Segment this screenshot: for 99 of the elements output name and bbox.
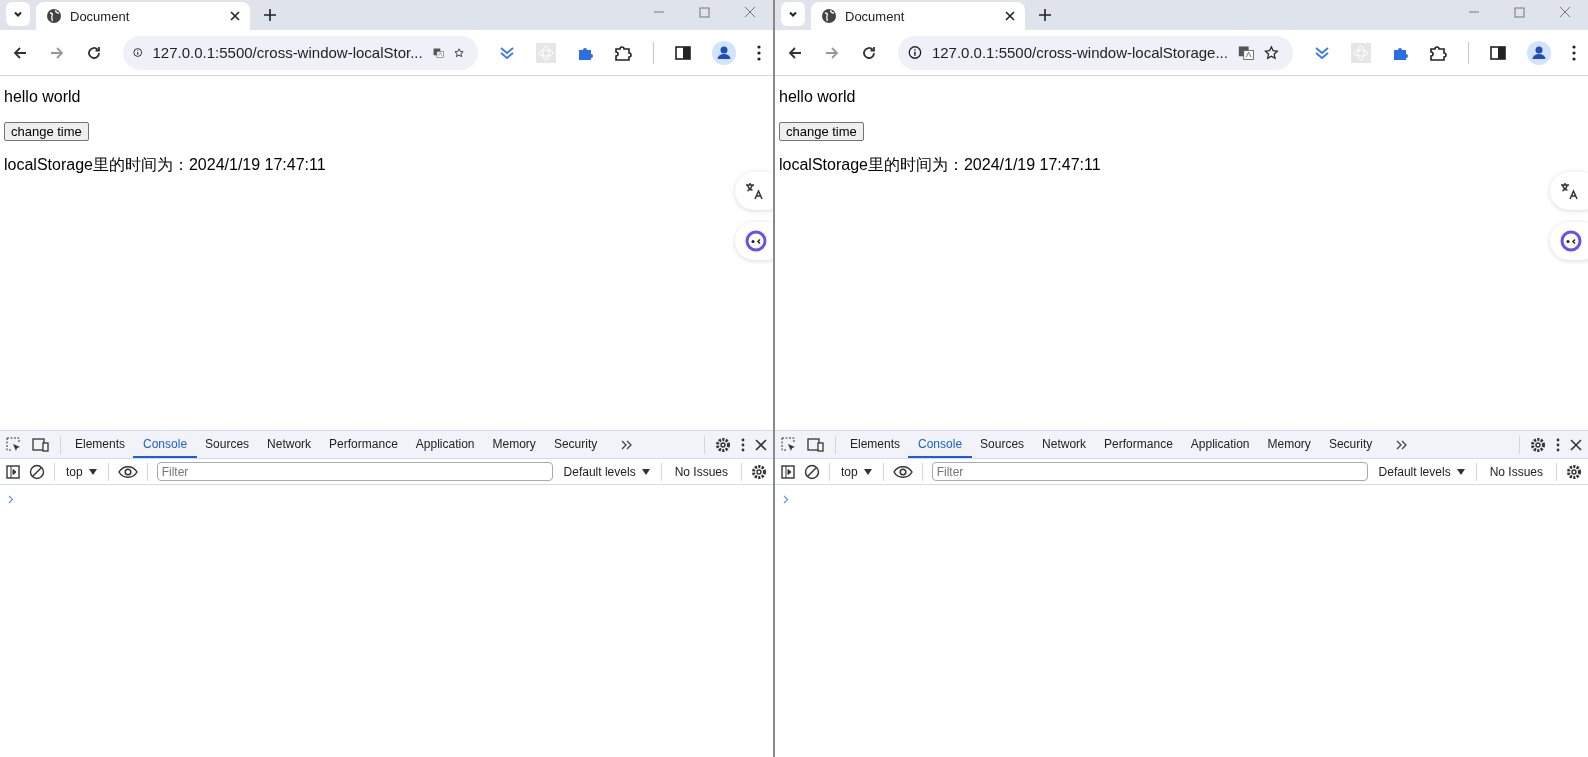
chevrons-down-icon[interactable] bbox=[499, 45, 515, 60]
clear-console-icon[interactable] bbox=[29, 463, 45, 480]
translate-float-button[interactable] bbox=[735, 172, 773, 210]
devtools-tab[interactable]: Elements bbox=[840, 431, 911, 458]
double-chevron-icon[interactable] bbox=[1396, 439, 1409, 450]
settings-icon[interactable] bbox=[751, 463, 767, 480]
prompt-chevron-icon[interactable] bbox=[783, 495, 789, 504]
context-dropdown[interactable]: top bbox=[64, 464, 99, 479]
eye-icon[interactable] bbox=[892, 464, 913, 479]
tab-search-button[interactable] bbox=[6, 2, 30, 26]
devtools-tab[interactable]: Memory bbox=[482, 431, 546, 458]
translate-icon bbox=[1560, 182, 1578, 200]
star-icon[interactable] bbox=[1264, 43, 1279, 62]
close-icon[interactable] bbox=[230, 11, 240, 21]
reload-icon[interactable] bbox=[861, 44, 877, 61]
issues-button[interactable]: No Issues bbox=[670, 464, 732, 479]
devtools-tab[interactable]: Security bbox=[1318, 431, 1383, 458]
storage-time-text: localStorage里的时间为：2024/1/19 17:47:11 bbox=[779, 155, 1102, 175]
side-panel-icon[interactable] bbox=[1490, 44, 1506, 61]
devtools-tab[interactable]: Application bbox=[1180, 431, 1260, 458]
info-icon[interactable] bbox=[908, 44, 922, 61]
tab-title: Document bbox=[70, 8, 131, 24]
log-levels-dropdown[interactable]: Default levels bbox=[1376, 464, 1467, 479]
more-menu-icon[interactable] bbox=[757, 44, 761, 61]
devtools-tab[interactable]: Sources bbox=[195, 431, 260, 458]
devtools-tab[interactable]: Application bbox=[405, 431, 485, 458]
eye-icon[interactable] bbox=[117, 464, 138, 479]
prompt-chevron-icon[interactable] bbox=[8, 495, 14, 504]
devtools-tab[interactable]: Console bbox=[133, 431, 198, 458]
filter-input[interactable]: Filter bbox=[931, 462, 1368, 481]
devtools-tab[interactable]: Network bbox=[257, 431, 322, 458]
sidebar-toggle-icon[interactable] bbox=[6, 464, 20, 479]
devtools-tab[interactable]: Network bbox=[1032, 431, 1097, 458]
reload-icon[interactable] bbox=[86, 44, 102, 61]
tab-search-button[interactable] bbox=[781, 2, 805, 26]
close-icon[interactable] bbox=[755, 438, 767, 451]
devtools-tab[interactable]: Performance bbox=[319, 431, 408, 458]
profile-icon[interactable] bbox=[1527, 40, 1551, 65]
devtools-tab[interactable]: Elements bbox=[65, 431, 136, 458]
back-arrow-icon[interactable] bbox=[787, 44, 803, 61]
url-text: 127.0.0.1:5500/cross-window-localStorage... bbox=[931, 44, 1228, 61]
double-chevron-icon[interactable] bbox=[621, 439, 634, 450]
tab-title: Document bbox=[845, 8, 906, 24]
devtools-tab[interactable]: Sources bbox=[970, 431, 1035, 458]
new-tab-icon[interactable] bbox=[1039, 9, 1051, 21]
more-menu-icon[interactable] bbox=[1572, 44, 1576, 61]
more-menu-icon[interactable] bbox=[741, 437, 745, 452]
extensions-icon[interactable] bbox=[614, 43, 632, 62]
inspect-element-icon[interactable] bbox=[781, 436, 797, 453]
browser-tab[interactable]: Document bbox=[811, 2, 1025, 30]
change-time-button[interactable]: change time bbox=[779, 122, 864, 141]
settings-icon[interactable] bbox=[715, 436, 731, 453]
forward-arrow-icon[interactable] bbox=[824, 44, 840, 61]
globe-icon bbox=[46, 8, 62, 24]
devtools-tab[interactable]: Performance bbox=[1094, 431, 1183, 458]
robot-face-icon bbox=[1560, 230, 1582, 252]
device-toolbar-icon[interactable] bbox=[807, 436, 825, 453]
chevrons-down-icon[interactable] bbox=[1314, 45, 1330, 60]
device-toolbar-icon[interactable] bbox=[32, 436, 50, 453]
browser-tab[interactable]: Document bbox=[36, 2, 250, 30]
sidebar-toggle-icon[interactable] bbox=[781, 464, 795, 479]
translate-icon bbox=[745, 182, 763, 200]
caret-icon bbox=[863, 468, 872, 475]
url-text: 127.0.0.1:5500/cross-window-localStor... bbox=[152, 44, 423, 61]
page-text: hello world bbox=[4, 88, 82, 106]
back-arrow-icon[interactable] bbox=[12, 44, 28, 61]
devtools-tab[interactable]: Memory bbox=[1257, 431, 1321, 458]
forward-arrow-icon[interactable] bbox=[49, 44, 65, 61]
translate-icon[interactable] bbox=[1237, 43, 1255, 62]
devtools-tab[interactable]: Security bbox=[543, 431, 608, 458]
side-panel-icon[interactable] bbox=[675, 44, 691, 61]
filter-input[interactable]: Filter bbox=[156, 462, 553, 481]
extensions-icon[interactable] bbox=[1429, 43, 1447, 62]
caret-icon bbox=[1456, 468, 1465, 475]
more-menu-icon[interactable] bbox=[1556, 437, 1560, 452]
clear-console-icon[interactable] bbox=[804, 463, 820, 480]
caret-icon bbox=[641, 468, 650, 475]
storage-time-text: localStorage里的时间为：2024/1/19 17:47:11 bbox=[4, 155, 327, 175]
address-bar[interactable]: 127.0.0.1:5500/cross-window-localStorage... bbox=[898, 35, 1293, 70]
close-icon[interactable] bbox=[1570, 438, 1582, 451]
new-tab-icon[interactable] bbox=[264, 9, 276, 21]
assistant-float-button[interactable] bbox=[735, 222, 773, 260]
profile-icon[interactable] bbox=[712, 40, 736, 65]
log-levels-dropdown[interactable]: Default levels bbox=[561, 464, 652, 479]
caret-icon bbox=[88, 468, 97, 475]
translate-float-button[interactable] bbox=[1550, 172, 1588, 210]
robot-face-icon bbox=[745, 230, 767, 252]
change-time-button[interactable]: change time bbox=[4, 122, 89, 141]
inspect-element-icon[interactable] bbox=[6, 436, 22, 453]
context-dropdown[interactable]: top bbox=[839, 464, 874, 479]
settings-icon[interactable] bbox=[1530, 436, 1546, 453]
address-bar[interactable]: 127.0.0.1:5500/cross-window-localStor... bbox=[123, 35, 478, 70]
issues-button[interactable]: No Issues bbox=[1485, 464, 1547, 479]
devtools-tab[interactable]: Console bbox=[908, 431, 973, 458]
close-icon[interactable] bbox=[1005, 11, 1015, 21]
assistant-float-button[interactable] bbox=[1550, 222, 1588, 260]
settings-icon[interactable] bbox=[1566, 463, 1582, 480]
page-text: hello world bbox=[779, 88, 857, 106]
globe-icon bbox=[821, 8, 837, 24]
